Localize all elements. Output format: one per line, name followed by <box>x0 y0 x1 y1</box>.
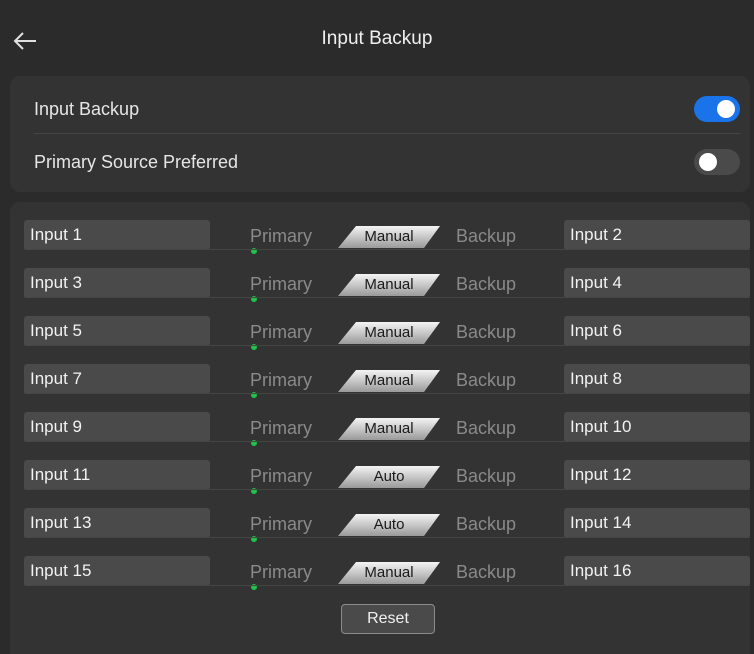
backup-label: Backup <box>456 562 517 582</box>
backup-input-select[interactable]: Input 4 <box>564 268 750 298</box>
primary-label: Primary <box>250 370 312 390</box>
primary-label: Primary <box>250 562 312 582</box>
primary-input-select[interactable]: Input 9 <box>24 412 210 442</box>
input-backup-toggle[interactable] <box>694 96 740 122</box>
primary-input-select[interactable]: Input 13 <box>24 508 210 538</box>
primary-label: Primary <box>250 226 312 246</box>
primary-source-preferred-toggle[interactable] <box>694 149 740 175</box>
row-divider <box>24 585 750 586</box>
backup-label: Backup <box>456 466 517 486</box>
setting-primary-source-preferred: Primary Source Preferred <box>10 134 750 190</box>
pair-row: Input 3 Primary Manual Backup Input 4 <box>10 250 750 302</box>
backup-input-select[interactable]: Input 12 <box>564 460 750 490</box>
pair-row: Input 5 Primary Manual Backup Input 6 <box>10 298 750 350</box>
pair-row: Input 1 Primary Manual Backup Input 2 <box>10 202 750 254</box>
backup-label: Backup <box>456 226 517 246</box>
mode-label: Manual <box>364 564 414 581</box>
input-backup-label: Input Backup <box>34 98 140 119</box>
primary-label: Primary <box>250 418 312 438</box>
mode-label: Manual <box>364 324 414 341</box>
toggle-knob <box>699 153 717 171</box>
pair-row: Input 15 Primary Manual Backup Input 16 <box>10 538 750 590</box>
primary-input-select[interactable]: Input 1 <box>24 220 210 250</box>
backup-input-select[interactable]: Input 14 <box>564 508 750 538</box>
backup-label: Backup <box>456 514 517 534</box>
backup-label: Backup <box>456 322 517 342</box>
pair-row: Input 7 Primary Manual Backup Input 8 <box>10 346 750 398</box>
mode-switch-button[interactable]: Auto <box>338 466 440 488</box>
backup-input-select[interactable]: Input 6 <box>564 316 750 346</box>
mode-label: Manual <box>364 276 414 293</box>
primary-input-select[interactable]: Input 11 <box>24 460 210 490</box>
primary-input-select[interactable]: Input 7 <box>24 364 210 394</box>
mode-label: Manual <box>364 420 414 437</box>
mode-switch-button[interactable]: Manual <box>338 370 440 392</box>
backup-label: Backup <box>456 274 517 294</box>
primary-label: Primary <box>250 466 312 486</box>
primary-label: Primary <box>250 322 312 342</box>
mode-label: Auto <box>373 516 405 533</box>
reset-button[interactable]: Reset <box>341 604 435 634</box>
mode-switch-button[interactable]: Manual <box>338 274 440 296</box>
setting-input-backup: Input Backup <box>10 81 750 137</box>
mode-switch-button[interactable]: Manual <box>338 322 440 344</box>
primary-input-select[interactable]: Input 5 <box>24 316 210 346</box>
backup-input-select[interactable]: Input 16 <box>564 556 750 586</box>
primary-input-select[interactable]: Input 3 <box>24 268 210 298</box>
backup-pairs-panel: Reset Input 1 Primary Manual Backup Input 2I… <box>10 202 750 654</box>
toggle-knob <box>717 100 735 118</box>
mode-switch-button[interactable]: Manual <box>338 562 440 584</box>
header-bar: Input Backup <box>0 0 754 76</box>
primary-label: Primary <box>250 514 312 534</box>
settings-panel: Input Backup Primary Source Preferred <box>10 76 750 192</box>
mode-label: Auto <box>373 468 405 485</box>
primary-label: Primary <box>250 274 312 294</box>
backup-label: Backup <box>456 370 517 390</box>
primary-source-preferred-label: Primary Source Preferred <box>34 151 239 172</box>
backup-input-select[interactable]: Input 2 <box>564 220 750 250</box>
backup-label: Backup <box>456 418 517 438</box>
primary-input-select[interactable]: Input 15 <box>24 556 210 586</box>
backup-input-select[interactable]: Input 8 <box>564 364 750 394</box>
mode-switch-button[interactable]: Manual <box>338 226 440 248</box>
pair-row: Input 13 Primary Auto Backup Input 14 <box>10 490 750 542</box>
mode-label: Manual <box>364 372 414 389</box>
mode-label: Manual <box>364 228 414 245</box>
mode-switch-button[interactable]: Auto <box>338 514 440 536</box>
page-title: Input Backup <box>321 28 433 49</box>
pair-row: Input 11 Primary Auto Backup Input 12 <box>10 442 750 494</box>
mode-switch-button[interactable]: Manual <box>338 418 440 440</box>
pair-row: Input 9 Primary Manual Backup Input 10 <box>10 394 750 446</box>
backup-input-select[interactable]: Input 10 <box>564 412 750 442</box>
